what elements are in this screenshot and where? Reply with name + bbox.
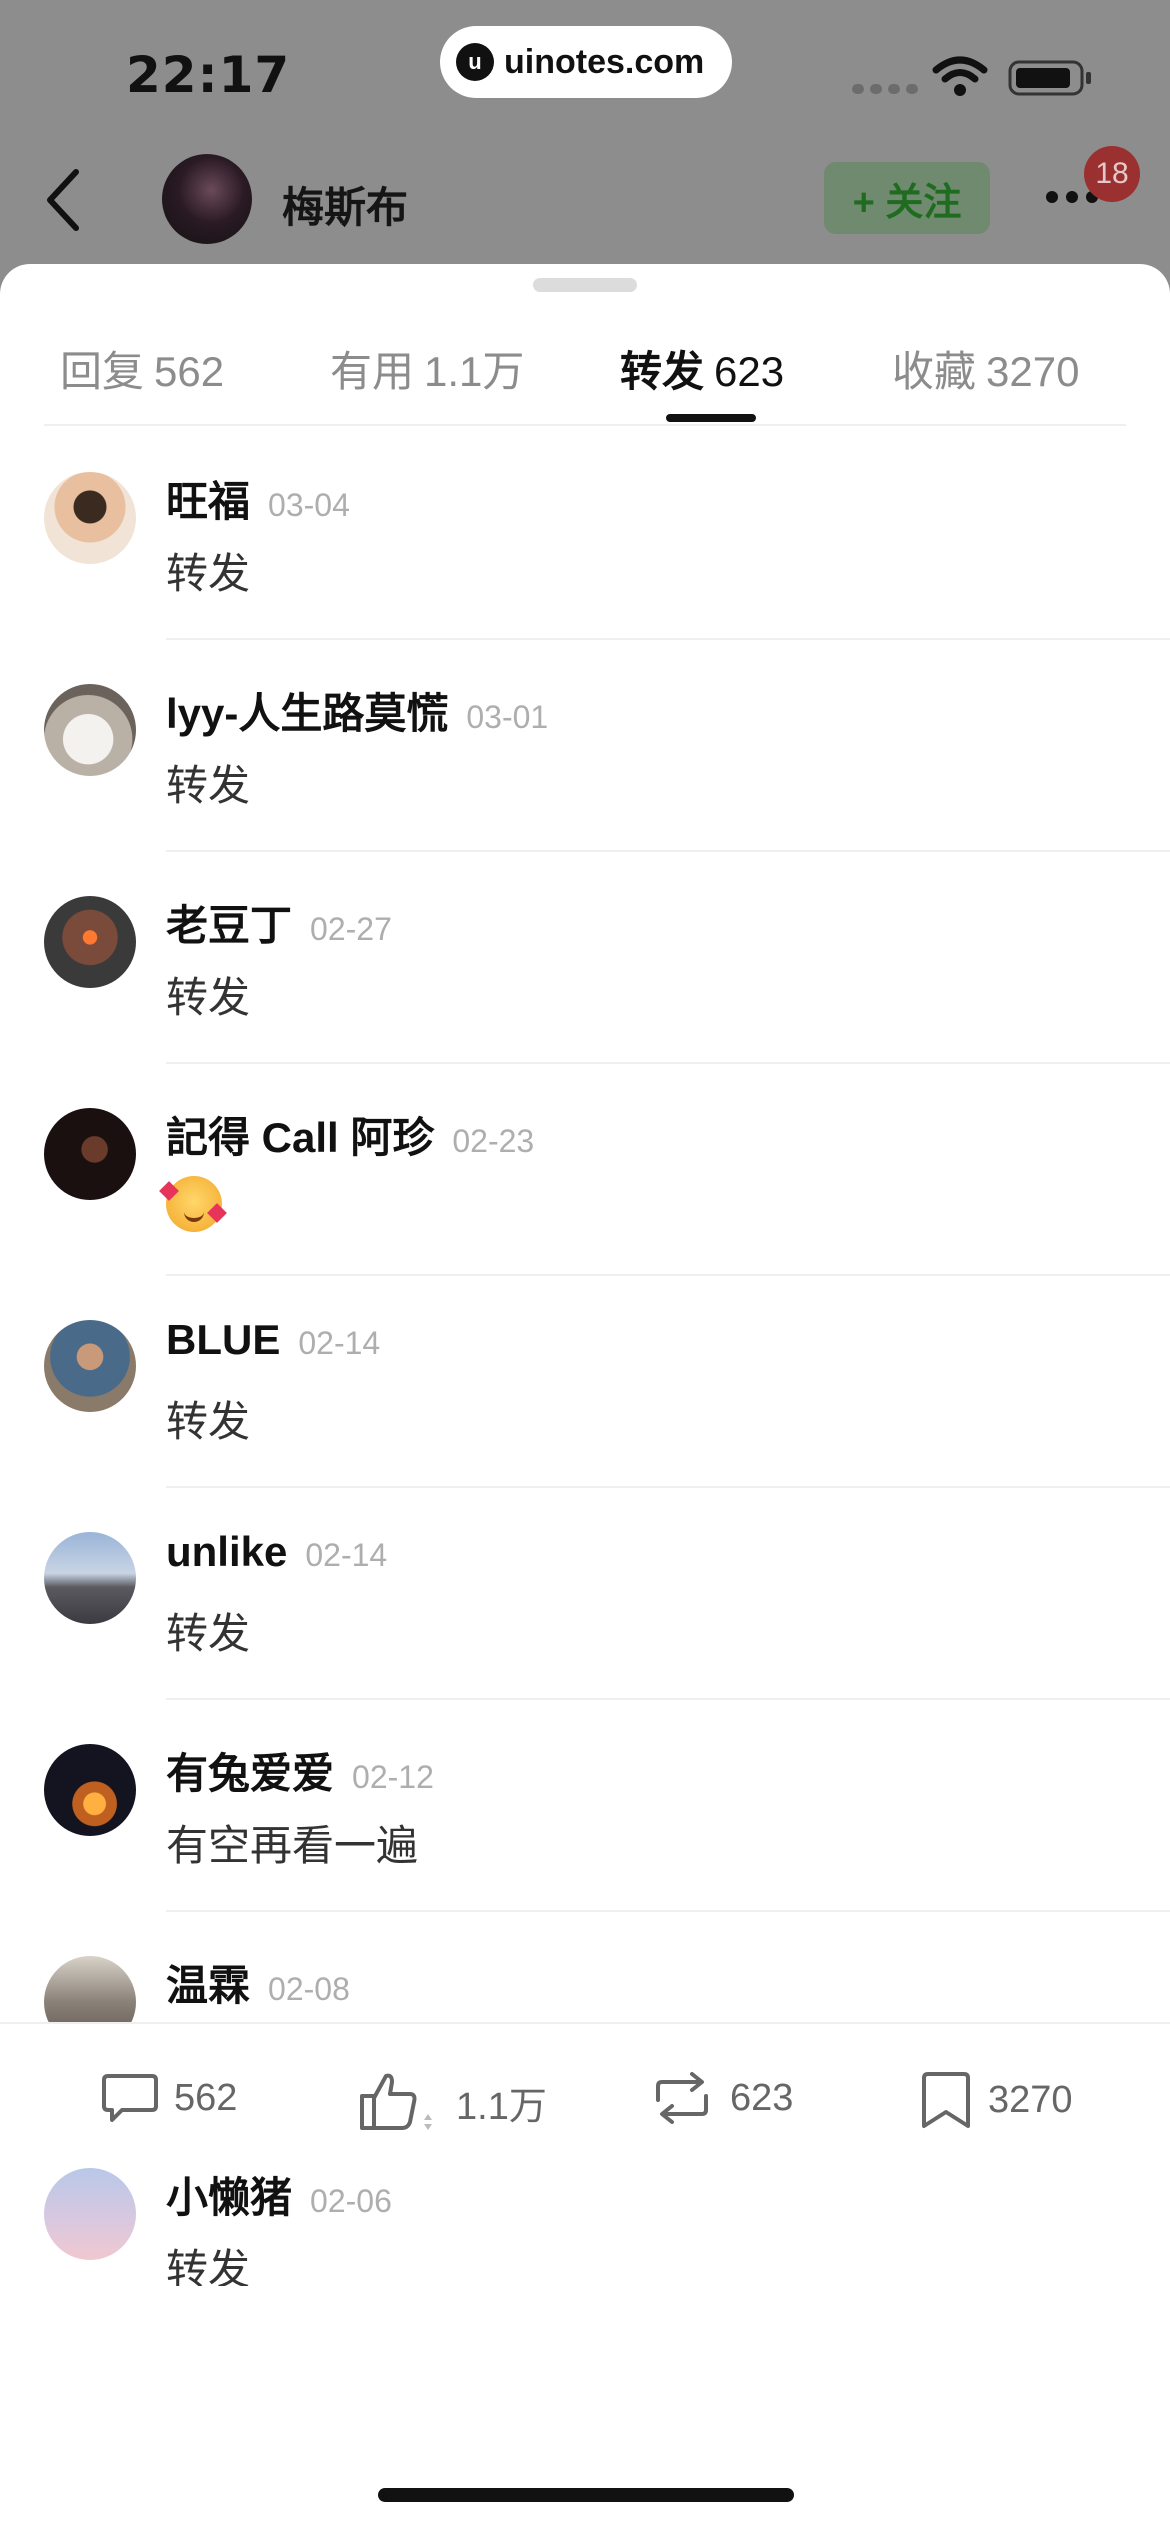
tab-label: 收藏 — [892, 348, 977, 395]
avatar[interactable] — [44, 1320, 136, 1412]
avatar[interactable] — [44, 1532, 136, 1624]
tab-bar: 回复 562 有用 1.1万 转发 623 收藏 3270 — [0, 314, 1170, 424]
favorite-button[interactable]: 3270 — [918, 2070, 1073, 2130]
repost-text — [159, 1176, 227, 1232]
user-name[interactable]: BLUE — [166, 1316, 280, 1363]
comment-icon — [102, 2074, 158, 2122]
watermark-logo-icon: u — [456, 43, 494, 81]
tab-count: 3270 — [986, 348, 1080, 395]
tab-label: 转发 — [620, 348, 705, 395]
bottom-action-bar: 562 1.1万 623 3270 — [0, 2022, 1170, 2168]
repost-text: 转发 — [166, 1610, 251, 1657]
repost-text: 有空再看一遍 — [166, 1822, 419, 1869]
comment-count: 562 — [174, 2076, 238, 2119]
user-name[interactable]: unlike — [166, 1528, 287, 1575]
post-date: 02-14 — [298, 1325, 381, 1361]
battery-icon — [1008, 60, 1091, 96]
smiling-face-with-hearts-icon — [159, 1176, 227, 1232]
tab-label: 有用 — [330, 348, 415, 395]
tabs-divider — [44, 424, 1126, 426]
tab-useful[interactable]: 有用 1.1万 — [330, 338, 524, 399]
list-item[interactable]: 記得 Call 阿珍 02-23 — [0, 1064, 1170, 1276]
tab-replies[interactable]: 回复 562 — [60, 338, 224, 399]
author-name[interactable]: 梅斯布 — [282, 174, 408, 235]
list-item[interactable]: 有兔爱爱 02-12 有空再看一遍 — [0, 1700, 1170, 1912]
list-item[interactable]: 老豆丁 02-27 转发 — [0, 852, 1170, 1064]
favorite-count: 3270 — [988, 2078, 1073, 2121]
nav-bar: 梅斯布 + 关注 — [0, 140, 1170, 260]
repost-text: 转发 — [166, 974, 251, 1021]
author-avatar[interactable] — [162, 154, 252, 244]
useful-count: 1.1万 — [456, 2085, 547, 2128]
avatar[interactable] — [44, 2168, 136, 2260]
user-name[interactable]: lyy-人生路莫慌 — [166, 690, 448, 737]
watermark-text: uinotes.com — [504, 42, 705, 81]
repost-text: 转发 — [166, 1398, 251, 1445]
tab-reposts[interactable]: 转发 623 — [620, 338, 784, 399]
status-bar: 22:17 u uinotes.com — [0, 0, 1170, 140]
wifi-icon — [932, 56, 988, 96]
active-tab-indicator — [666, 414, 756, 422]
home-indicator[interactable] — [378, 2488, 794, 2502]
tab-count: 562 — [154, 348, 225, 395]
avatar[interactable] — [44, 1108, 136, 1200]
repost-text: 转发 — [166, 762, 251, 809]
user-name[interactable]: 有兔爱爱 — [166, 1750, 334, 1797]
tab-label: 回复 — [60, 348, 145, 395]
comment-button[interactable]: 562 — [100, 2070, 237, 2126]
bookmark-icon — [922, 2072, 970, 2128]
status-time: 22:17 — [126, 46, 291, 104]
tab-count: 623 — [714, 348, 785, 395]
user-name[interactable]: 老豆丁 — [166, 902, 292, 949]
avatar[interactable] — [44, 1744, 136, 1836]
screen: 22:17 u uinotes.com 梅斯布 + 关注 18 回复 562 有… — [0, 0, 1170, 2532]
cellular-signal-icon — [852, 84, 918, 94]
user-name[interactable]: 小懒猪 — [166, 2174, 292, 2221]
avatar[interactable] — [44, 896, 136, 988]
list-item[interactable]: 旺福 03-04 转发 — [0, 428, 1170, 640]
post-date: 02-14 — [305, 1537, 388, 1573]
repost-sheet: 回复 562 有用 1.1万 转发 623 收藏 3270 旺福 03-04 转发 — [0, 264, 1170, 2532]
post-date: 02-12 — [352, 1759, 434, 1795]
useful-button[interactable]: 1.1万 — [358, 2070, 547, 2134]
repost-text: 转发 — [166, 550, 251, 597]
sheet-grabber[interactable] — [533, 278, 637, 292]
post-date: 03-01 — [466, 699, 549, 735]
watermark-badge: u uinotes.com — [440, 26, 732, 98]
post-date: 02-06 — [310, 2183, 392, 2219]
user-name[interactable]: 温霖 — [166, 1962, 250, 2009]
notification-badge: 18 — [1084, 146, 1140, 202]
list-item[interactable]: unlike 02-14 转发 — [0, 1488, 1170, 1700]
avatar[interactable] — [44, 472, 136, 564]
post-date: 02-23 — [452, 1123, 535, 1159]
list-item[interactable]: BLUE 02-14 转发 — [0, 1276, 1170, 1488]
avatar[interactable] — [44, 684, 136, 776]
user-name[interactable]: 旺福 — [166, 478, 250, 525]
post-date: 03-04 — [268, 487, 350, 523]
repost-list: 旺福 03-04 转发 lyy-人生路莫慌 03-01 转发 老豆丁 02-27 转发 — [0, 428, 1170, 2286]
user-name[interactable]: 記得 Call 阿珍 — [166, 1114, 434, 1161]
follow-button[interactable]: + 关注 — [824, 162, 990, 234]
post-date: 02-08 — [268, 1971, 350, 2007]
repost-text: 转发 — [166, 2246, 251, 2286]
thumbs-up-icon — [360, 2073, 432, 2130]
back-button[interactable] — [36, 162, 96, 238]
post-date: 02-27 — [310, 911, 392, 947]
repost-count: 623 — [730, 2076, 794, 2119]
repost-button[interactable]: 623 — [648, 2070, 793, 2126]
repost-icon — [656, 2072, 708, 2124]
tab-count: 1.1万 — [424, 348, 525, 395]
tab-favorites[interactable]: 收藏 3270 — [892, 338, 1079, 399]
list-item[interactable]: lyy-人生路莫慌 03-01 转发 — [0, 640, 1170, 852]
